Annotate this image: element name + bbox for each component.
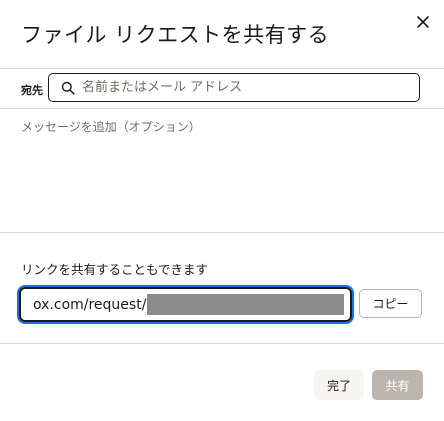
- message-divider: [0, 232, 444, 233]
- share-file-request-dialog: ファイル リクエストを共有する 宛先 リンクを共有することもできます ox.co…: [0, 0, 444, 421]
- recipients-label: 宛先: [21, 84, 43, 97]
- recipients-divider: [0, 108, 444, 109]
- footer-divider: [0, 343, 444, 344]
- share-link-url: ox.com/request/: [33, 296, 147, 313]
- search-icon: [61, 81, 75, 95]
- share-button[interactable]: 共有: [372, 370, 423, 400]
- link-section-label: リンクを共有することもできます: [21, 262, 209, 277]
- message-input[interactable]: [18, 114, 426, 224]
- header-divider: [0, 68, 444, 69]
- dialog-title: ファイル リクエストを共有する: [21, 23, 330, 47]
- close-button[interactable]: [412, 11, 434, 33]
- copy-link-button[interactable]: コピー: [359, 289, 422, 318]
- share-link-field[interactable]: ox.com/request/: [19, 287, 352, 322]
- share-link-redacted: [147, 294, 345, 315]
- close-icon: [417, 16, 429, 28]
- recipients-field[interactable]: [48, 73, 420, 102]
- recipients-input[interactable]: [82, 80, 402, 95]
- done-button[interactable]: 完了: [314, 370, 364, 400]
